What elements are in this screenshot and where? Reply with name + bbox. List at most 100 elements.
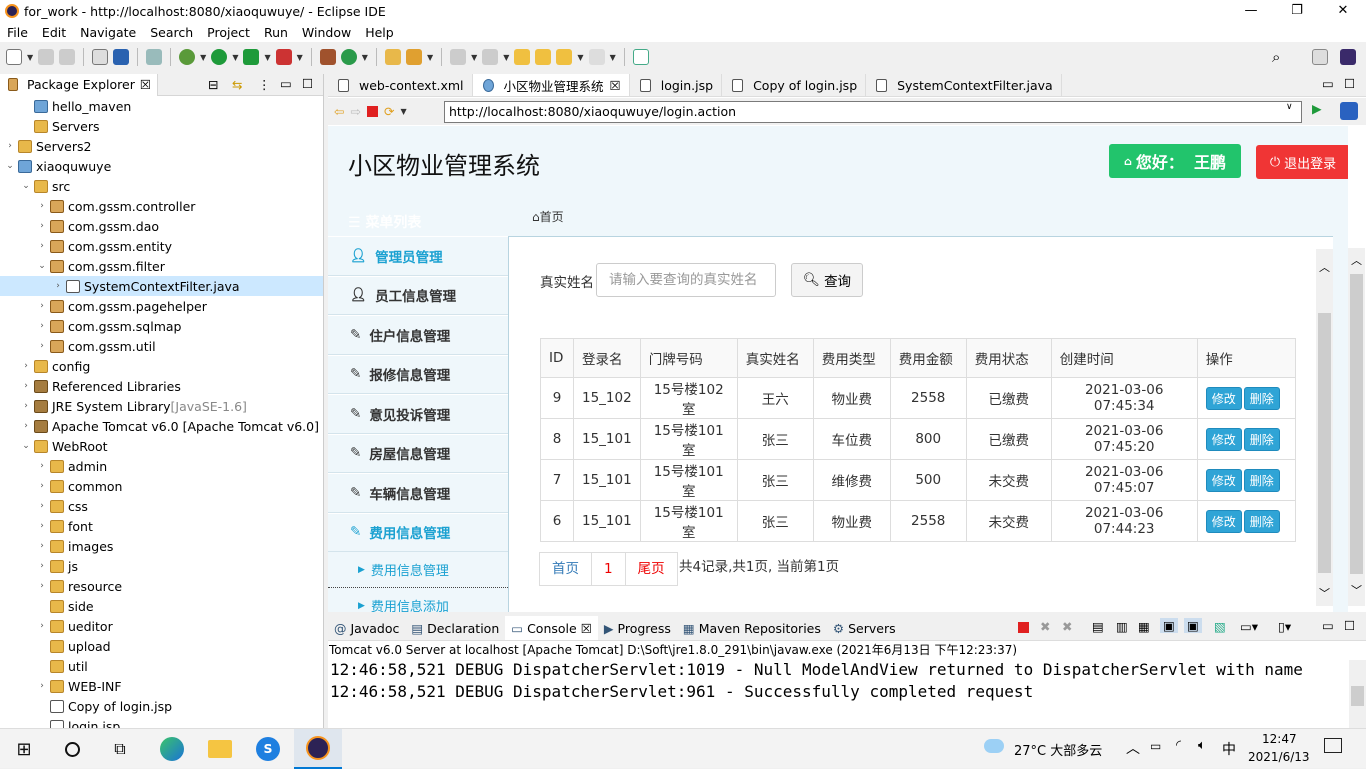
coverage-icon[interactable]: [243, 49, 260, 65]
menu-run[interactable]: Run: [257, 25, 295, 40]
page-1-link[interactable]: 1: [591, 552, 626, 586]
tree-item[interactable]: ⌄ com.gssm.filter: [0, 256, 323, 276]
binary-icon[interactable]: [92, 49, 109, 65]
show-stdout-icon[interactable]: ▣: [1160, 618, 1178, 633]
collapse-arrow-icon[interactable]: ⌄: [4, 161, 16, 171]
edit-button[interactable]: 修改: [1205, 468, 1242, 492]
tree-item[interactable]: › Servers2: [0, 136, 323, 156]
forward-edit-icon[interactable]: [535, 49, 552, 65]
minimize-view-icon[interactable]: ▭: [280, 76, 292, 91]
save-icon[interactable]: [38, 49, 55, 65]
logout-button[interactable]: ⏻ 退出登录: [1256, 145, 1348, 179]
editor-tab[interactable]: SystemContextFilter.java: [866, 74, 1062, 96]
tree-item[interactable]: side: [0, 596, 323, 616]
word-wrap-icon[interactable]: ▦: [1138, 619, 1150, 634]
expand-arrow-icon[interactable]: ›: [36, 221, 48, 231]
debug-icon[interactable]: [179, 49, 196, 65]
menu-file[interactable]: File: [0, 25, 35, 40]
tree-item[interactable]: › com.gssm.controller: [0, 196, 323, 216]
weather-text[interactable]: 27°C 大部多云: [1014, 740, 1102, 759]
prev-annotation-icon[interactable]: [482, 49, 499, 65]
last-page-link[interactable]: 尾页: [624, 552, 678, 586]
tree-item[interactable]: hello_maven: [0, 96, 323, 116]
maximize-view-icon[interactable]: ☐: [1344, 618, 1355, 633]
tree-item[interactable]: › ueditor: [0, 616, 323, 636]
remove-launch-icon[interactable]: ✖: [1040, 619, 1050, 634]
explorer-button[interactable]: [196, 729, 244, 769]
perspective-icon[interactable]: [1312, 49, 1328, 65]
tree-item[interactable]: › resource: [0, 576, 323, 596]
close-tab-icon[interactable]: ☒: [610, 78, 621, 93]
new-class-icon[interactable]: [340, 49, 357, 65]
maximize-editor-icon[interactable]: ☐: [1344, 76, 1355, 91]
side-menu-item[interactable]: 👤︎ 员工信息管理: [328, 275, 508, 315]
greeting-button[interactable]: ⌂ 您好： 王鹏: [1109, 144, 1241, 178]
bottom-tab[interactable]: ⚙ Servers: [827, 616, 902, 640]
maximize-button[interactable]: ❐: [1274, 0, 1320, 22]
back-icon[interactable]: [556, 49, 573, 65]
collapse-all-icon[interactable]: ⊟: [208, 77, 218, 92]
expand-arrow-icon[interactable]: ›: [36, 201, 48, 211]
java-ee-perspective-icon[interactable]: [1340, 49, 1356, 65]
clock-time[interactable]: 12:47: [1262, 732, 1297, 746]
console-icon[interactable]: [113, 49, 130, 65]
tree-item[interactable]: › com.gssm.pagehelper: [0, 296, 323, 316]
url-dropdown-icon[interactable]: ∨: [1286, 102, 1293, 112]
delete-button[interactable]: 删除: [1243, 509, 1280, 533]
tree-item[interactable]: › com.gssm.entity: [0, 236, 323, 256]
tree-item[interactable]: › config: [0, 356, 323, 376]
scroll-down-icon[interactable]: ﹀: [1351, 582, 1362, 598]
expand-arrow-icon[interactable]: ›: [20, 381, 32, 391]
expand-arrow-icon[interactable]: ›: [36, 341, 48, 351]
tree-item[interactable]: util: [0, 656, 323, 676]
expand-arrow-icon[interactable]: ›: [36, 581, 48, 591]
delete-button[interactable]: 删除: [1243, 427, 1280, 451]
tree-item[interactable]: › font: [0, 516, 323, 536]
minimize-view-icon[interactable]: ▭: [1322, 618, 1334, 633]
bottom-tab[interactable]: @ Javadoc: [328, 616, 405, 640]
side-menu-item[interactable]: ✎ 意见投诉管理: [328, 394, 508, 434]
delete-button[interactable]: 删除: [1243, 468, 1280, 492]
tree-item[interactable]: ⌄ xiaoquwuye: [0, 156, 323, 176]
forward-icon[interactable]: [588, 49, 605, 65]
expand-arrow-icon[interactable]: ›: [36, 481, 48, 491]
external-tools-icon[interactable]: [275, 49, 292, 65]
tree-item[interactable]: › js: [0, 556, 323, 576]
editor-tab[interactable]: 小区物业管理系统 ☒: [472, 74, 630, 96]
tree-item[interactable]: › images: [0, 536, 323, 556]
view-menu-icon[interactable]: ⋮: [258, 77, 271, 92]
remove-all-icon[interactable]: ✖: [1062, 619, 1072, 634]
edge-button[interactable]: [148, 729, 196, 769]
minimize-button[interactable]: —: [1228, 0, 1274, 22]
expand-arrow-icon[interactable]: ›: [36, 621, 48, 631]
menu-navigate[interactable]: Navigate: [73, 25, 143, 40]
side-menu-item[interactable]: ✎ 房屋信息管理: [328, 433, 508, 473]
forward-icon[interactable]: ⇨: [350, 104, 360, 119]
tree-item[interactable]: › admin: [0, 456, 323, 476]
search-button[interactable]: [48, 729, 96, 769]
bottom-tab[interactable]: ▤ Declaration: [405, 616, 505, 640]
show-stderr-icon[interactable]: ▣: [1184, 618, 1202, 633]
close-view-icon[interactable]: ☒: [140, 77, 151, 92]
sogou-button[interactable]: S: [244, 729, 292, 769]
search-button[interactable]: 🔍︎ 查询: [791, 263, 863, 297]
tree-item[interactable]: Copy of login.jsp: [0, 696, 323, 716]
editor-tab[interactable]: web-context.xml: [328, 74, 473, 96]
search-tool-icon[interactable]: [405, 49, 422, 65]
search-icon[interactable]: ⌕: [1272, 48, 1280, 66]
expand-arrow-icon[interactable]: ›: [36, 501, 48, 511]
tree-item[interactable]: ⌄ WebRoot: [0, 436, 323, 456]
editor-tab[interactable]: login.jsp: [630, 74, 723, 96]
skip-breakpoints-icon[interactable]: [146, 49, 163, 65]
tree-item[interactable]: › css: [0, 496, 323, 516]
search-input[interactable]: 请输入要查询的真实姓名: [596, 263, 776, 297]
close-button[interactable]: ✕: [1320, 0, 1366, 22]
expand-arrow-icon[interactable]: ›: [20, 361, 32, 371]
side-menu-item[interactable]: 👤︎ 管理员管理: [328, 236, 508, 276]
expand-arrow-icon[interactable]: ›: [36, 561, 48, 571]
weather-icon[interactable]: [984, 739, 1004, 753]
new-icon[interactable]: [6, 49, 22, 65]
url-input[interactable]: http://localhost:8080/xiaoquwuye/login.a…: [444, 101, 1302, 123]
expand-arrow-icon[interactable]: ›: [36, 321, 48, 331]
edit-button[interactable]: 修改: [1205, 386, 1242, 410]
